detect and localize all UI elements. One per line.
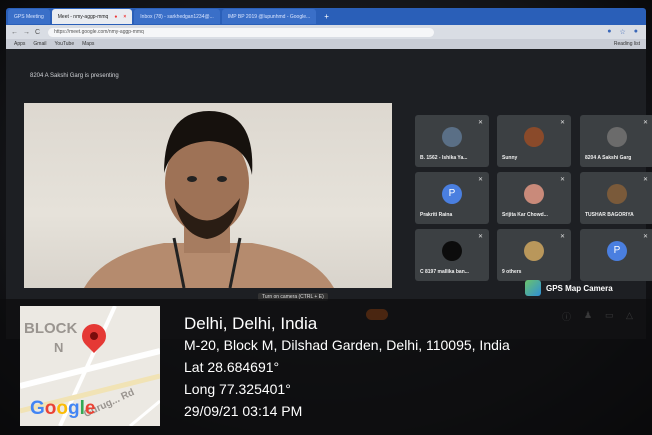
participant-avatar [524,127,544,147]
mic-off-icon: ✕ [642,177,648,183]
date-time: 29/09/21 03:14 PM [184,403,303,419]
mic-off-icon: ✕ [642,120,648,126]
participant-avatar [442,241,462,261]
participant-avatar [607,184,627,204]
participant-tile[interactable]: ✕ Srijita Kar Chowd... [497,172,571,224]
location-city: Delhi, Delhi, India [184,314,318,333]
record-dot-icon: ● [114,13,118,20]
mic-off-icon: ✕ [477,120,483,126]
bookmark-youtube[interactable]: YouTube [54,41,74,47]
tab-bar: GPS Meeting Meet - nmy-aggp-mmq ● × Inbox … [6,8,646,25]
bookmark-apps[interactable]: Apps [14,41,25,47]
profile-icon[interactable]: ● [634,28,638,36]
address-bar: ← → C https://meet.google.com/nmy-aggp-m… [6,25,646,39]
forward-icon[interactable]: → [23,29,30,36]
longitude: Long 77.325401° [184,381,291,397]
participant-avatar [607,127,627,147]
photo-of-screen: GPS Meeting Meet - nmy-aggp-mmq ● × Inbox … [0,0,652,435]
mic-off-icon: ✕ [559,177,565,183]
google-logo: Google [30,398,96,419]
participant-tile[interactable]: ✕ 8204 A Sakshi Garg [580,115,652,167]
participant-tile[interactable]: ✕ 9 others [497,229,571,281]
location-address: M-20, Block M, Dilshad Garden, Delhi, 11… [184,337,510,353]
main-video [24,103,392,288]
latitude: Lat 28.684691° [184,359,280,375]
tab-gps-meeting[interactable]: GPS Meeting [8,9,50,24]
reload-icon[interactable]: C [35,29,40,36]
mic-off-icon: ✕ [559,234,565,240]
star-icon[interactable]: ☆ [619,28,625,36]
participant-avatar [442,127,462,147]
tab-inbox[interactable]: Inbox (78) - sarkhedgan1234@... [134,9,220,24]
participant-tile[interactable]: ✕ Sunny [497,115,571,167]
presenting-label: 8204 A Sakshi Garg is presenting [30,73,119,79]
participant-avatar: P [442,184,462,204]
new-tab-icon[interactable]: + [318,9,335,24]
participant-tile[interactable]: ✕ TUSHAR BAGORIYA [580,172,652,224]
gps-map-camera-badge: GPS Map Camera [525,280,613,296]
url-field[interactable]: https://meet.google.com/nmy-aggp-mmq [48,27,435,37]
participant-avatar [524,241,544,261]
mic-off-icon: ✕ [477,234,483,240]
participant-tile[interactable]: ✕ C 8197 mallika ban... [415,229,489,281]
mic-off-icon: ✕ [477,177,483,183]
bookmark-maps[interactable]: Maps [82,41,94,47]
back-icon[interactable]: ← [11,29,18,36]
person-figure [84,111,334,288]
gps-camera-app-icon [525,280,541,296]
participant-tile[interactable]: P ✕ Prakriti Raina [415,172,489,224]
participant-avatar: P [607,241,627,261]
mic-off-icon: ✕ [559,120,565,126]
tab-imp[interactable]: IMP BP 2019 @lupunhmd - Google... [221,9,317,24]
participant-avatar [524,184,544,204]
bookmark-gmail[interactable]: Gmail [33,41,46,47]
camera-indicator-icon[interactable]: ● [607,28,611,36]
participant-tile[interactable]: P ✕ [580,229,652,281]
map-label-n: N [54,340,64,355]
bookmarks-bar: Apps Gmail YouTube Maps Reading list [6,39,646,49]
location-map: BLOCK N Gurug... Rd Google [20,306,160,426]
map-label-block: BLOCK [24,320,78,337]
close-tab-icon[interactable]: × [123,14,126,20]
reading-list[interactable]: Reading list [614,41,640,47]
tab-meet[interactable]: Meet - nmy-aggp-mmq ● × [51,9,133,24]
participant-tile[interactable]: ✕ B. 1562 - Ishika Ya... [415,115,489,167]
mic-off-icon: ✕ [642,234,648,240]
